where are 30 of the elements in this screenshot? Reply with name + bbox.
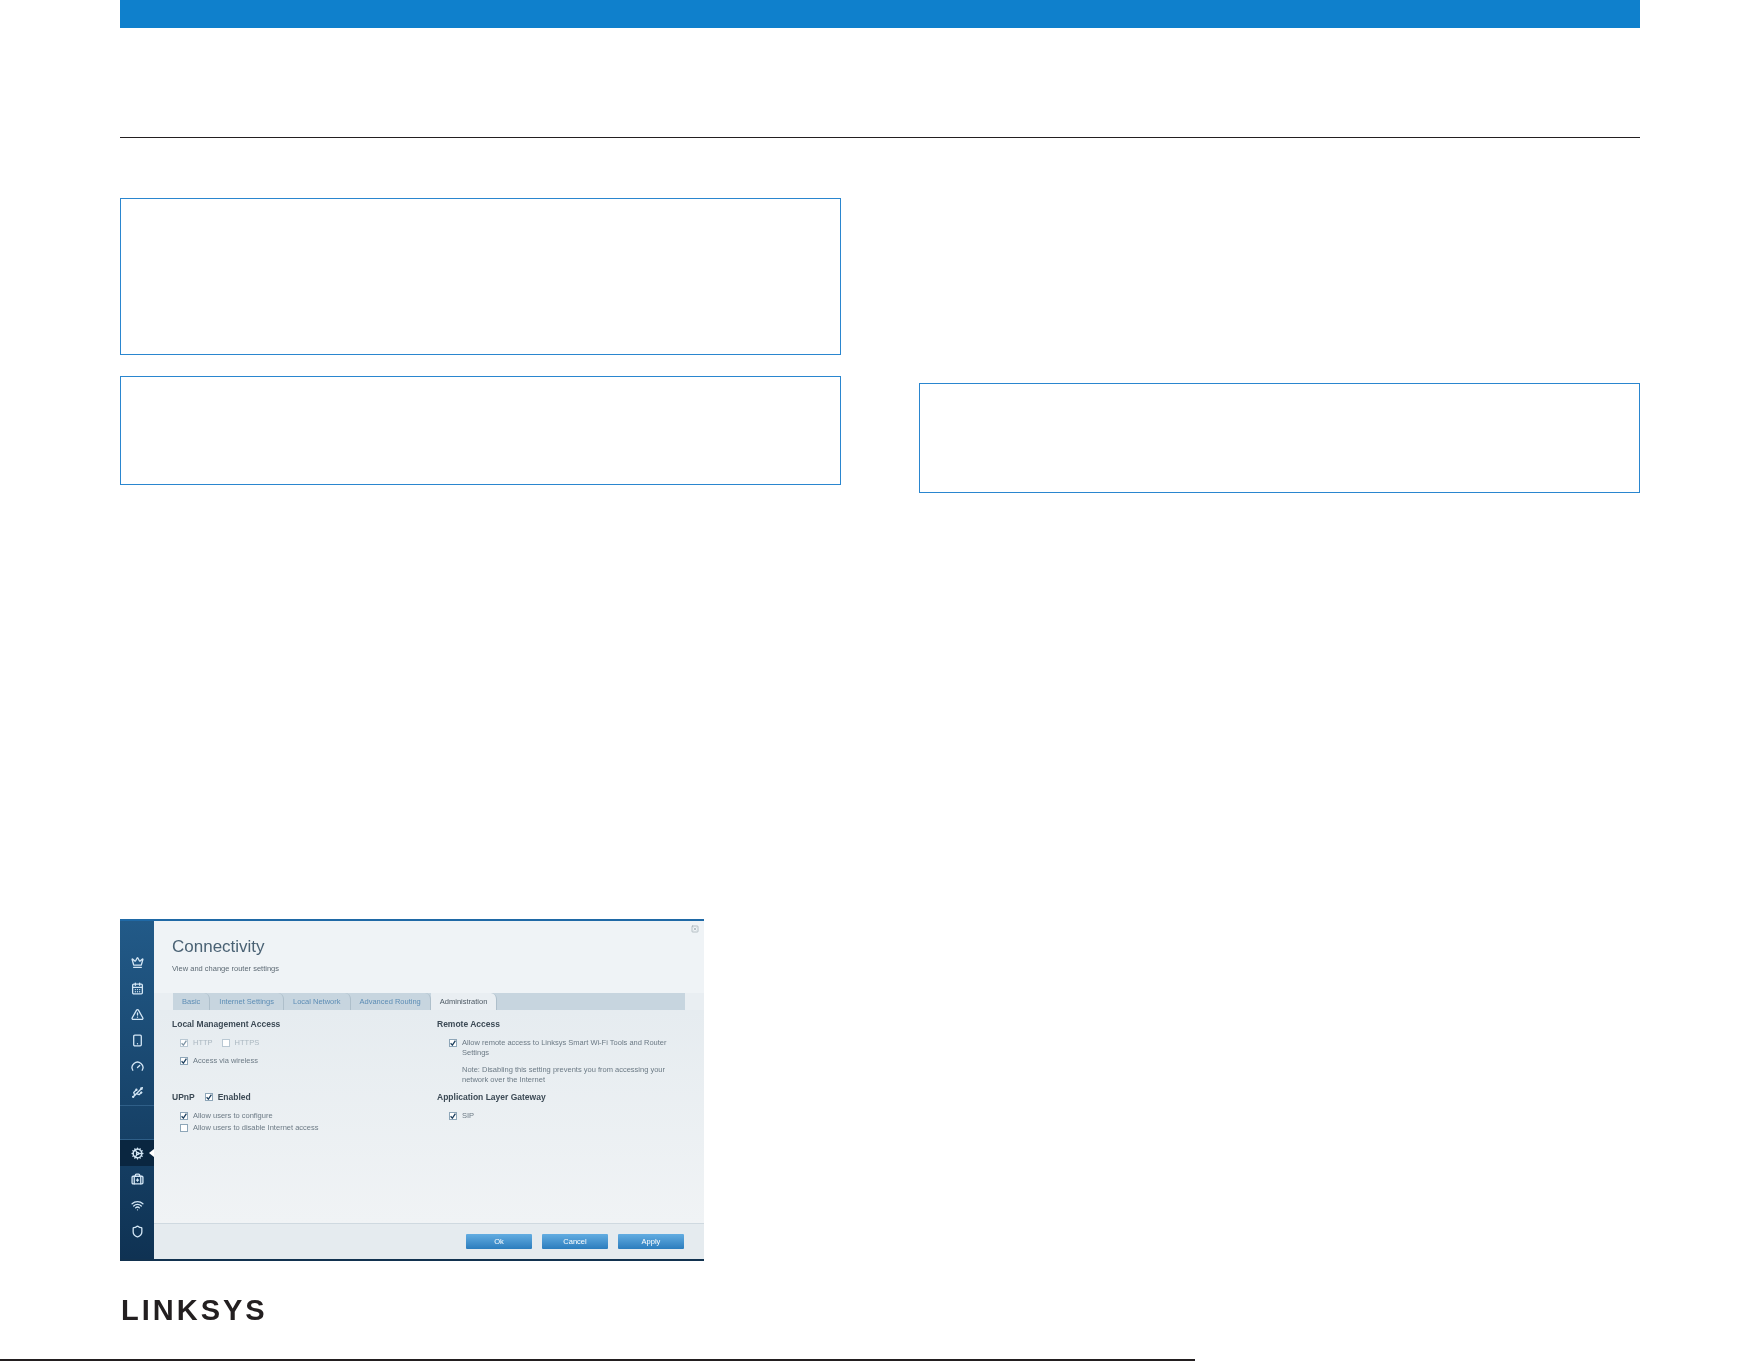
calendar-icon <box>130 981 144 995</box>
section-heading: Application Layer Gateway <box>437 1092 546 1102</box>
checkbox[interactable] <box>204 1093 213 1101</box>
gear-icon <box>130 1146 144 1160</box>
checkbox[interactable] <box>449 1112 457 1120</box>
medical-kit-icon <box>130 1172 144 1186</box>
checkbox[interactable] <box>180 1112 188 1120</box>
crown-icon <box>130 955 144 969</box>
checkbox[interactable] <box>449 1039 457 1047</box>
checkmark-icon <box>181 1058 187 1064</box>
usb-icon <box>130 1085 144 1099</box>
checkmark-icon <box>205 1094 212 1100</box>
checkbox[interactable] <box>180 1057 188 1065</box>
page-title: Connectivity <box>172 937 266 957</box>
checkmark-icon <box>450 1040 456 1046</box>
phone-icon <box>130 1033 144 1047</box>
gauge-icon <box>130 1059 144 1073</box>
checkmark-icon <box>181 1040 187 1046</box>
wifi-icon <box>130 1198 144 1212</box>
sidebar-item[interactable] <box>120 1140 154 1166</box>
section-heading: Remote Access <box>437 1019 500 1029</box>
shield-icon <box>130 1224 144 1238</box>
warning-icon <box>130 1007 144 1021</box>
section-heading: UPnP <box>172 1092 195 1102</box>
checkmark-icon <box>450 1113 456 1119</box>
option-label: Enabled <box>217 1092 251 1102</box>
brand-logo: LINKSYS <box>120 1296 268 1325</box>
section-heading: Local Management Access <box>172 1019 281 1029</box>
checkmark-icon <box>181 1113 187 1119</box>
checkbox[interactable] <box>180 1124 188 1132</box>
